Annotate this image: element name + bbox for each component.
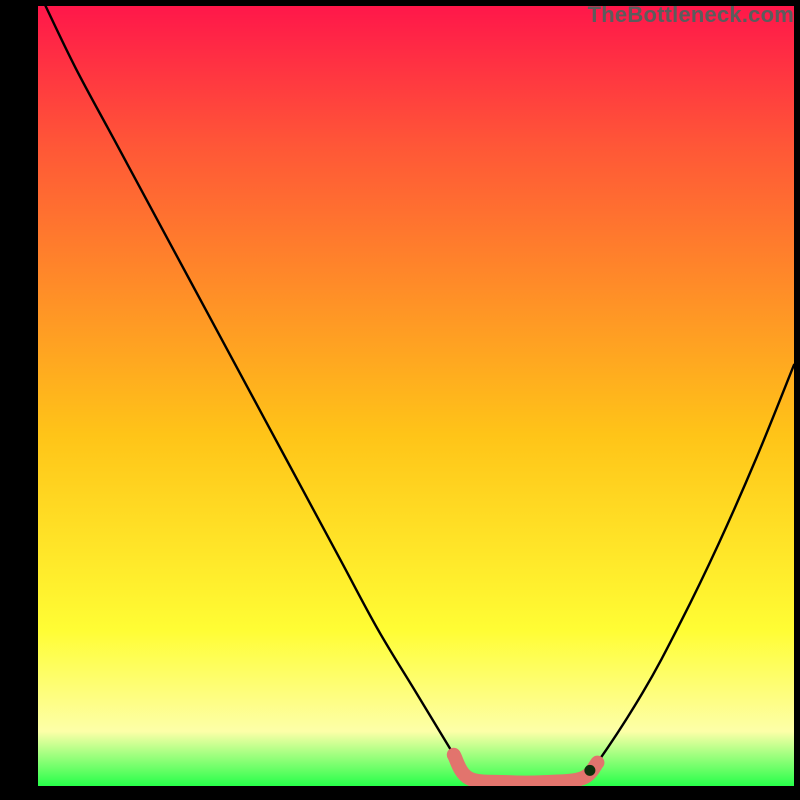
marker-dot xyxy=(584,765,595,776)
bottleneck-curve xyxy=(46,6,794,783)
plot-area xyxy=(38,6,794,786)
curve-layer xyxy=(38,6,794,786)
watermark-text: TheBottleneck.com xyxy=(588,2,794,28)
optimal-range-highlight xyxy=(454,755,598,783)
chart-frame: TheBottleneck.com xyxy=(0,0,800,800)
